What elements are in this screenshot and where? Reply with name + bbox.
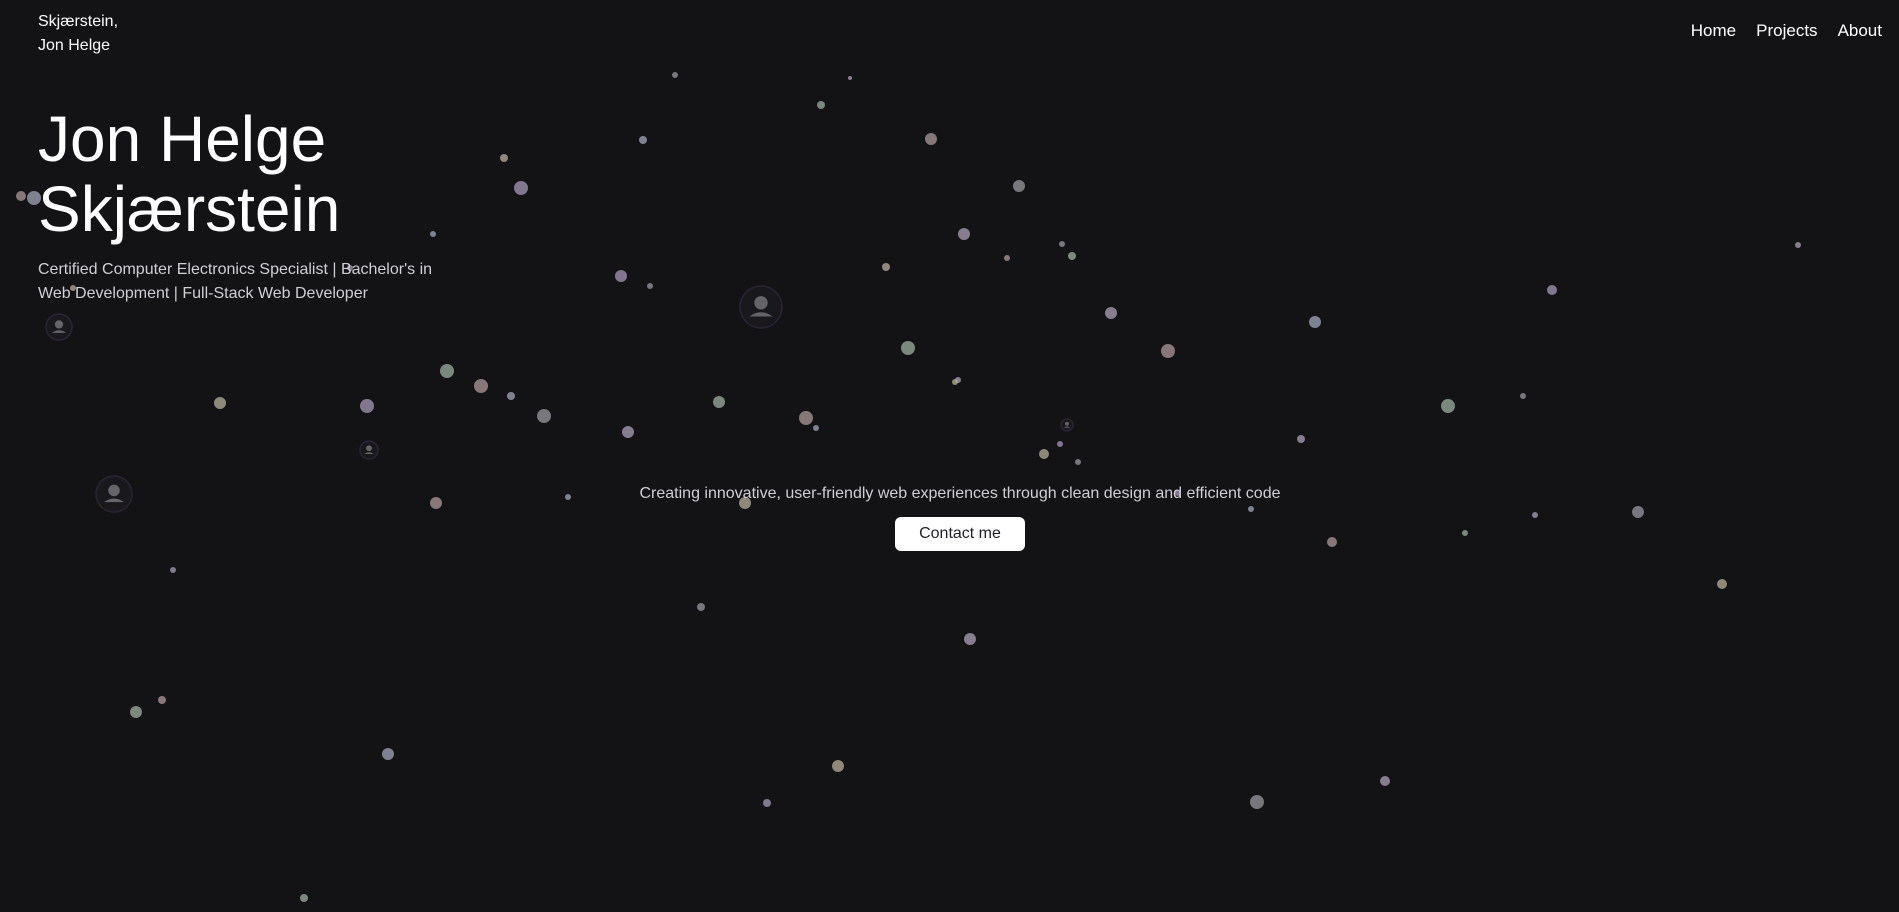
particle-dot xyxy=(763,799,771,807)
page: Skjærstein, Jon Helge Home Projects Abou… xyxy=(0,0,1899,912)
particle-dot xyxy=(672,72,678,78)
particle-dot xyxy=(158,696,166,704)
particle-dot xyxy=(1441,399,1455,413)
particle-dot xyxy=(500,154,508,162)
particle-dot xyxy=(713,396,725,408)
particle-dot xyxy=(813,425,819,431)
particle-dot xyxy=(955,377,961,383)
particle-dot xyxy=(848,76,852,80)
particle-dot xyxy=(16,191,26,201)
hero-title-line-2: Skjærstein xyxy=(38,173,341,245)
particle-dot xyxy=(901,341,915,355)
particle-dot xyxy=(1068,252,1076,260)
particle-dot xyxy=(1520,393,1526,399)
tagline: Creating innovative, user-friendly web e… xyxy=(639,485,1281,502)
particle-dot xyxy=(360,399,374,413)
particle-dot xyxy=(882,263,890,271)
particle-dot xyxy=(382,748,394,760)
particle-dot xyxy=(1161,344,1175,358)
particle-dot xyxy=(1004,255,1010,261)
particle-dot xyxy=(1297,435,1305,443)
particle-dot xyxy=(1380,776,1390,786)
particle-dot xyxy=(1250,795,1264,809)
particle-dot xyxy=(925,133,937,145)
particle-dot xyxy=(1039,449,1049,459)
particle-dot xyxy=(214,397,226,409)
particle-dot xyxy=(964,633,976,645)
intro-section: Creating innovative, user-friendly web e… xyxy=(0,485,1899,551)
particle-dot xyxy=(1013,180,1025,192)
particle-dot xyxy=(1309,316,1321,328)
particle-dot xyxy=(1547,285,1557,295)
nav-projects-link[interactable]: Projects xyxy=(1756,21,1817,41)
particle-dot xyxy=(639,136,647,144)
particle-dot xyxy=(130,706,142,718)
particle-dot xyxy=(1075,459,1081,465)
particle-dot xyxy=(170,567,176,573)
nav-about-link[interactable]: About xyxy=(1838,21,1882,41)
particle-dot xyxy=(622,426,634,438)
particle-dot xyxy=(537,409,551,423)
hero-subtitle: Certified Computer Electronics Specialis… xyxy=(38,261,433,302)
particle-dot xyxy=(958,228,970,240)
particle-dot xyxy=(615,270,627,282)
nav-home-link[interactable]: Home xyxy=(1691,21,1736,41)
particle-dot xyxy=(474,379,488,393)
brand-line-1: Skjærstein, xyxy=(38,13,119,30)
hero-title-line-1: Jon Helge xyxy=(38,103,327,175)
particle-dot xyxy=(647,283,653,289)
particle-dot xyxy=(507,392,515,400)
particle-dot xyxy=(1795,242,1801,248)
hero-section: Jon Helge Skjærstein Certified Computer … xyxy=(38,104,458,306)
particle-dot xyxy=(1105,307,1117,319)
particle-dot xyxy=(697,603,705,611)
avatar-icon xyxy=(45,313,73,341)
particle-dot xyxy=(1057,441,1063,447)
avatar-icon xyxy=(739,285,783,329)
particle-dot xyxy=(832,760,844,772)
contact-button[interactable]: Contact me xyxy=(895,517,1025,551)
particle-dot xyxy=(1717,579,1727,589)
particle-dot xyxy=(514,181,528,195)
hero-title: Jon Helge Skjærstein xyxy=(38,104,458,244)
particle-dot xyxy=(1059,241,1065,247)
brand-line-2: Jon Helge xyxy=(38,37,111,54)
brand-name[interactable]: Skjærstein, Jon Helge xyxy=(38,10,118,58)
avatar-icon xyxy=(1060,418,1074,432)
particle-dot xyxy=(817,101,825,109)
main-nav: Home Projects About xyxy=(1691,21,1882,41)
particle-dot xyxy=(799,411,813,425)
particle-dot xyxy=(440,364,454,378)
avatar-icon xyxy=(359,440,379,460)
site-header: Skjærstein, Jon Helge Home Projects Abou… xyxy=(0,0,1899,60)
particle-dot xyxy=(300,894,308,902)
